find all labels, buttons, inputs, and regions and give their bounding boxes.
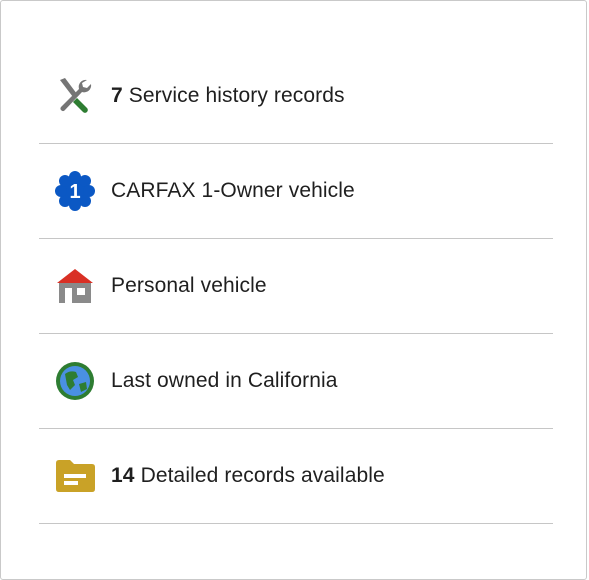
history-item-text: 7 Service history records — [111, 84, 345, 108]
history-item-label: Service history records — [128, 84, 345, 107]
history-item-text: Personal vehicle — [111, 274, 267, 298]
history-item-last-owned: Last owned in California — [39, 334, 553, 429]
globe-icon — [53, 359, 97, 403]
history-item-count: 7 — [111, 84, 123, 107]
history-item-text: 14 Detailed records available — [111, 464, 385, 488]
history-item-label: CARFAX 1-Owner vehicle — [111, 179, 355, 202]
history-item-label: Personal vehicle — [111, 274, 267, 297]
history-item-label: Last owned in California — [111, 369, 338, 392]
vehicle-history-panel: 7 Service history records 1 CARFAX 1-Own… — [0, 0, 587, 580]
folder-icon — [53, 454, 97, 498]
history-item-count: 14 — [111, 464, 135, 487]
history-item-text: CARFAX 1-Owner vehicle — [111, 179, 355, 203]
tools-icon — [53, 74, 97, 118]
history-item-one-owner: 1 CARFAX 1-Owner vehicle — [39, 144, 553, 239]
history-item-label: Detailed records available — [140, 464, 385, 487]
house-icon — [53, 264, 97, 308]
badge-number: 1 — [69, 181, 80, 203]
history-item-personal-vehicle: Personal vehicle — [39, 239, 553, 334]
history-item-service-records: 7 Service history records — [39, 49, 553, 144]
history-item-text: Last owned in California — [111, 369, 338, 393]
history-item-detailed-records: 14 Detailed records available — [39, 429, 553, 524]
history-list: 7 Service history records 1 CARFAX 1-Own… — [39, 49, 553, 524]
one-owner-badge-icon: 1 — [53, 169, 97, 213]
